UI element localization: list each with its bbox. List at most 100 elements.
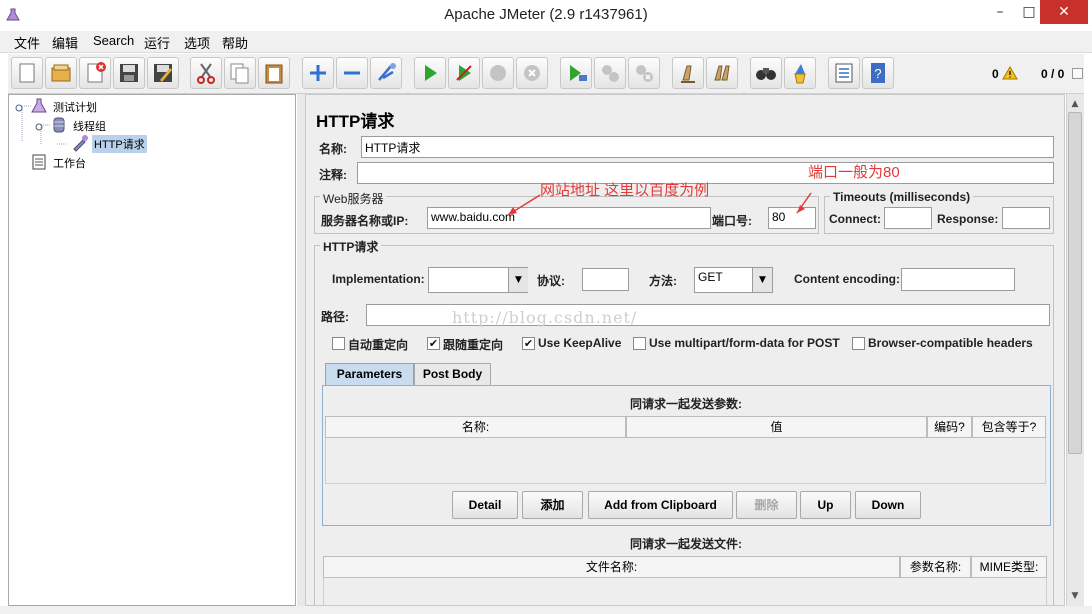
- window-bottom-edge: [0, 606, 1092, 614]
- down-button[interactable]: Down: [855, 491, 921, 519]
- window-title: Apache JMeter (2.9 r1437961): [444, 6, 648, 23]
- delete-button[interactable]: 删除: [736, 491, 797, 519]
- clear-all-icon[interactable]: [706, 57, 738, 89]
- implementation-label: Implementation:: [332, 272, 425, 286]
- function-helper-icon[interactable]: [828, 57, 860, 89]
- scrollbar-thumb[interactable]: [1068, 112, 1082, 454]
- tab-post-body[interactable]: Post Body: [414, 363, 491, 385]
- tree-item-thread-group[interactable]: 线程组: [73, 118, 106, 134]
- keepalive-label: Use KeepAlive: [538, 336, 622, 350]
- remote-stop-icon[interactable]: [594, 57, 626, 89]
- new-icon[interactable]: [11, 57, 43, 89]
- detail-button[interactable]: Detail: [452, 491, 518, 519]
- browser-headers-checkbox[interactable]: [852, 337, 865, 350]
- multipart-checkbox[interactable]: [633, 337, 646, 350]
- chevron-down-icon[interactable]: ▼: [508, 268, 528, 292]
- save-icon[interactable]: [113, 57, 145, 89]
- server-annotation: 网站地址 这里以百度为例: [540, 182, 710, 199]
- path-label: 路径:: [321, 310, 349, 324]
- close-window-button[interactable]: ✕: [1040, 0, 1088, 24]
- auto-redirect-checkbox[interactable]: [332, 337, 345, 350]
- test-plan-icon: [31, 98, 47, 114]
- open-icon[interactable]: [45, 57, 77, 89]
- multipart-label: Use multipart/form-data for POST: [649, 336, 840, 350]
- expand-icon[interactable]: [302, 57, 334, 89]
- cut-icon[interactable]: [190, 57, 222, 89]
- scroll-down-icon[interactable]: ▼: [1068, 588, 1082, 604]
- collapse-icon[interactable]: [336, 57, 368, 89]
- server-annotation-arrow: [507, 194, 541, 216]
- method-label: 方法:: [649, 274, 677, 288]
- start-icon[interactable]: [414, 57, 446, 89]
- shutdown-icon[interactable]: [516, 57, 548, 89]
- menu-search[interactable]: Search: [93, 33, 134, 48]
- paste-icon[interactable]: [258, 57, 290, 89]
- comments-label: 注释:: [319, 168, 347, 182]
- watermark: http://blog.csdn.net/: [452, 308, 638, 327]
- remote-shutdown-icon[interactable]: [628, 57, 660, 89]
- http-request-panel: HTTP请求 名称: HTTP请求 注释: Web服务器 服务器名称或IP: w…: [305, 94, 1065, 606]
- connect-timeout-field[interactable]: [884, 207, 932, 229]
- column-include-equals: 包含等于?: [972, 416, 1046, 438]
- tree-item-http-request[interactable]: HTTP请求: [92, 135, 147, 153]
- close-file-icon[interactable]: [79, 57, 111, 89]
- column-value: 值: [626, 416, 927, 438]
- workbench-icon: [31, 153, 47, 171]
- page-title: HTTP请求: [316, 112, 395, 131]
- connect-label: Connect:: [829, 212, 881, 226]
- parameters-table-body[interactable]: [325, 438, 1046, 484]
- files-caption: 同请求一起发送文件:: [630, 537, 742, 551]
- column-encode: 编码?: [927, 416, 972, 438]
- split-pane-divider[interactable]: [297, 94, 305, 606]
- protocol-field[interactable]: [582, 268, 629, 291]
- parameters-caption: 同请求一起发送参数:: [630, 397, 742, 411]
- follow-redirects-checkbox[interactable]: ✔: [427, 337, 440, 350]
- content-encoding-field[interactable]: [901, 268, 1015, 291]
- follow-redirects-label: 跟随重定向: [443, 338, 504, 352]
- port-annotation-arrow: [796, 192, 812, 214]
- clear-icon[interactable]: [672, 57, 704, 89]
- protocol-label: 协议:: [537, 274, 565, 288]
- start-no-timers-icon[interactable]: [448, 57, 480, 89]
- browser-headers-label: Browser-compatible headers: [868, 336, 1033, 350]
- tab-parameters[interactable]: Parameters: [325, 363, 414, 385]
- add-from-clipboard-button[interactable]: Add from Clipboard: [588, 491, 733, 519]
- scroll-up-icon[interactable]: ▲: [1068, 96, 1082, 112]
- menu-options[interactable]: 选项: [184, 33, 210, 52]
- svg-text:?: ?: [874, 66, 881, 81]
- menu-edit[interactable]: 编辑: [52, 33, 78, 52]
- menu-run[interactable]: 运行: [144, 33, 170, 52]
- warning-count: 0: [992, 67, 999, 81]
- content-encoding-label: Content encoding:: [794, 272, 900, 286]
- chevron-down-icon[interactable]: ▼: [752, 268, 772, 292]
- toggle-icon[interactable]: [370, 57, 402, 89]
- tree-item-workbench[interactable]: 工作台: [53, 155, 86, 171]
- activity-indicator: [1072, 68, 1083, 79]
- add-button[interactable]: 添加: [522, 491, 583, 519]
- server-name-field[interactable]: www.baidu.com: [427, 207, 711, 229]
- menu-help[interactable]: 帮助: [222, 33, 248, 52]
- server-name-label: 服务器名称或IP:: [321, 214, 409, 228]
- reset-search-icon[interactable]: [784, 57, 816, 89]
- name-field[interactable]: HTTP请求: [361, 136, 1054, 158]
- tree-toggle-thread-group[interactable]: [35, 120, 43, 131]
- http-request-icon: [71, 134, 89, 152]
- search-icon[interactable]: [750, 57, 782, 89]
- keepalive-checkbox[interactable]: ✔: [522, 337, 535, 350]
- toolbar: ? 0 0 / 0: [8, 54, 1084, 94]
- response-timeout-field[interactable]: [1002, 207, 1050, 229]
- warning-icon[interactable]: [1002, 66, 1018, 80]
- tree-toggle-test-plan[interactable]: [15, 101, 23, 112]
- up-button[interactable]: Up: [800, 491, 851, 519]
- copy-icon[interactable]: [224, 57, 256, 89]
- column-name: 名称:: [325, 416, 626, 438]
- help-icon[interactable]: ?: [862, 57, 894, 89]
- remote-start-icon[interactable]: [560, 57, 592, 89]
- menu-file[interactable]: 文件: [14, 33, 40, 52]
- tree-item-test-plan[interactable]: 测试计划: [53, 99, 97, 115]
- port-annotation: 端口一般为80: [808, 164, 900, 181]
- save-as-icon[interactable]: [147, 57, 179, 89]
- stop-icon[interactable]: [482, 57, 514, 89]
- column-file-name: 文件名称:: [323, 556, 900, 578]
- files-table-body[interactable]: [323, 578, 1047, 605]
